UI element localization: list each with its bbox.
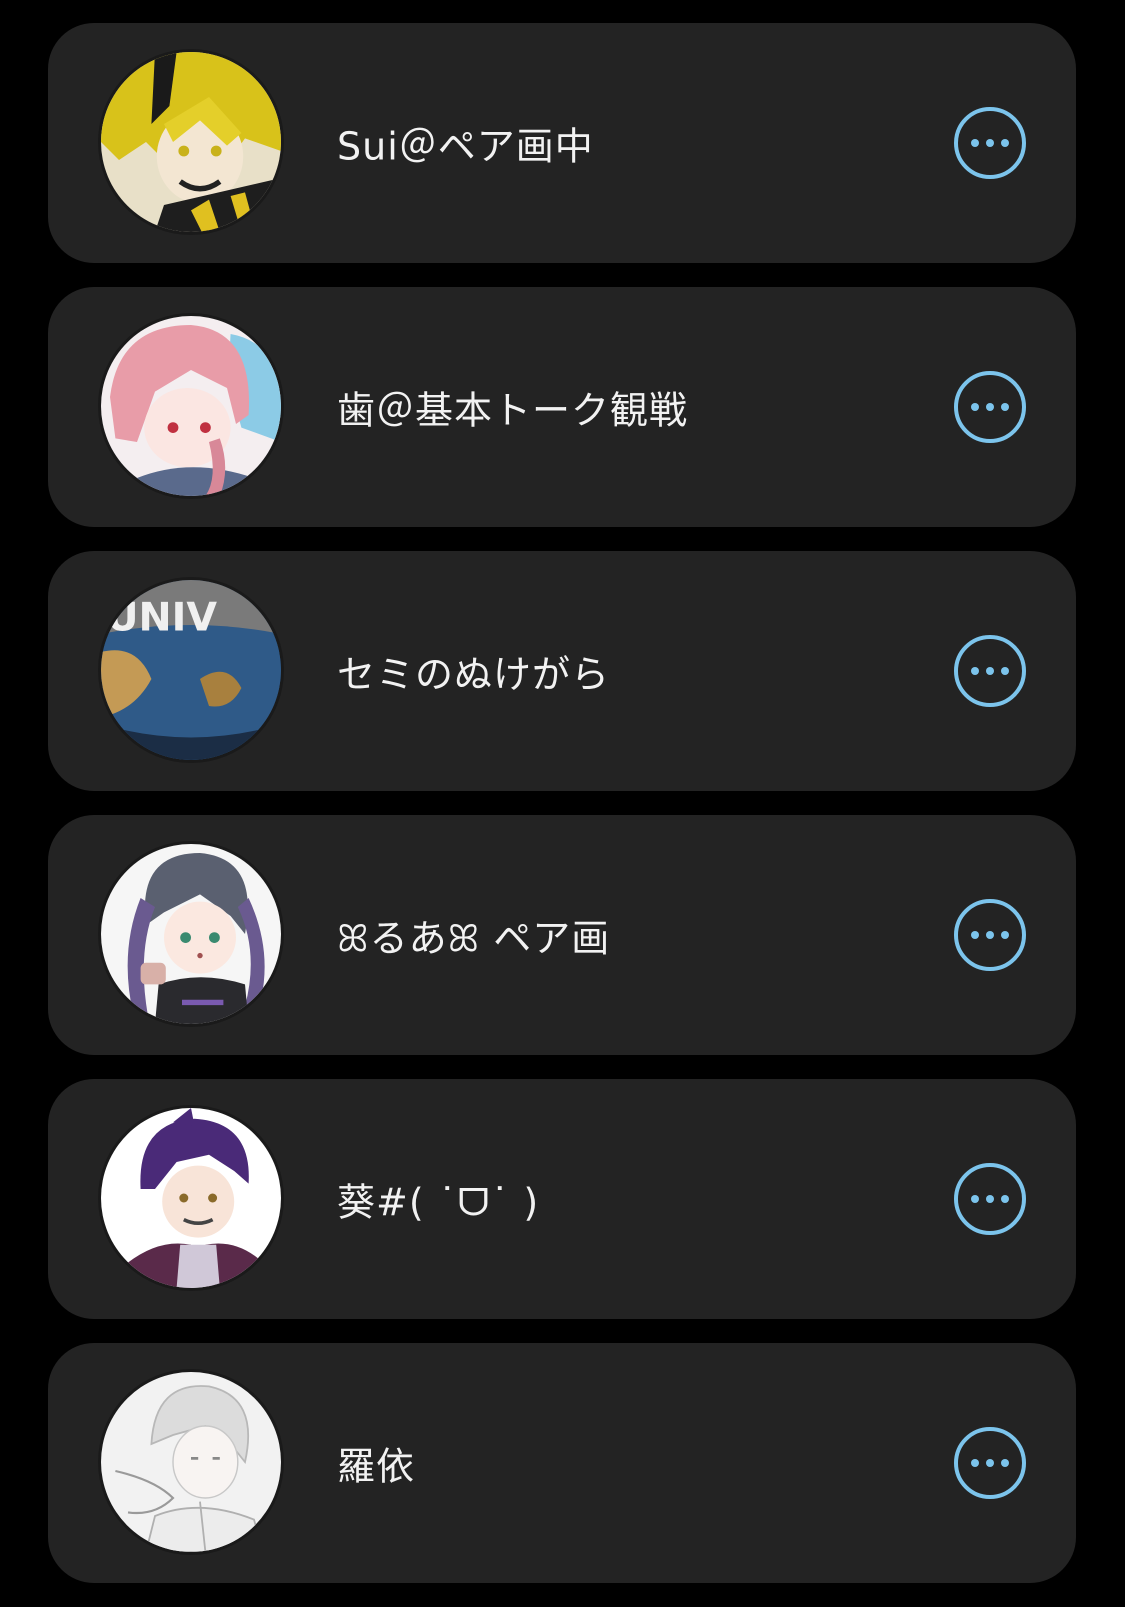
more-horizontal-icon-dot: [986, 1459, 994, 1467]
more-options-button[interactable]: [954, 1427, 1026, 1499]
more-horizontal-icon-dot: [986, 403, 994, 411]
more-horizontal-icon-dot: [986, 667, 994, 675]
avatar[interactable]: [98, 841, 284, 1027]
user-row[interactable]: 羅依: [48, 1343, 1076, 1583]
more-horizontal-icon-dot: [1001, 139, 1009, 147]
user-name: Sui＠ペア画中: [337, 124, 594, 169]
more-horizontal-icon-dot: [1001, 931, 1009, 939]
more-horizontal-icon: [971, 139, 979, 147]
user-name: 歯＠基本トーク観戦: [337, 388, 689, 433]
avatar[interactable]: [98, 313, 284, 499]
svg-text:UNIV: UNIV: [106, 594, 217, 640]
user-name: セミのぬけがら: [337, 652, 611, 697]
more-options-button[interactable]: [954, 899, 1026, 971]
more-horizontal-icon-dot: [1001, 403, 1009, 411]
more-horizontal-icon-dot: [986, 1195, 994, 1203]
user-row[interactable]: 歯＠基本トーク観戦: [48, 287, 1076, 527]
more-horizontal-icon: [971, 1195, 979, 1203]
avatar[interactable]: [98, 49, 284, 235]
user-list: Sui＠ペア画中 歯＠基本トーク観戦 UNIV セミのぬけがら ꕤるあꕤ ペア画…: [48, 23, 1076, 1607]
more-horizontal-icon-dot: [1001, 667, 1009, 675]
more-options-button[interactable]: [954, 107, 1026, 179]
more-horizontal-icon: [971, 1459, 979, 1467]
more-options-button[interactable]: [954, 635, 1026, 707]
more-horizontal-icon: [971, 403, 979, 411]
user-name: 羅依: [337, 1444, 416, 1489]
more-horizontal-icon: [971, 931, 979, 939]
user-name: ꕤるあꕤ ペア画: [337, 916, 611, 961]
avatar[interactable]: UNIV: [98, 577, 284, 763]
user-row[interactable]: UNIV セミのぬけがら: [48, 551, 1076, 791]
more-horizontal-icon-dot: [986, 139, 994, 147]
user-row[interactable]: 葵#( ˙ᗜ˙ ): [48, 1079, 1076, 1319]
user-name: 葵#( ˙ᗜ˙ ): [337, 1180, 540, 1225]
avatar[interactable]: [98, 1105, 284, 1291]
more-horizontal-icon: [971, 667, 979, 675]
more-horizontal-icon-dot: [986, 931, 994, 939]
more-options-button[interactable]: [954, 1163, 1026, 1235]
more-horizontal-icon-dot: [1001, 1459, 1009, 1467]
more-options-button[interactable]: [954, 371, 1026, 443]
user-row[interactable]: Sui＠ペア画中: [48, 23, 1076, 263]
more-horizontal-icon-dot: [1001, 1195, 1009, 1203]
avatar[interactable]: [98, 1369, 284, 1555]
user-row[interactable]: ꕤるあꕤ ペア画: [48, 815, 1076, 1055]
